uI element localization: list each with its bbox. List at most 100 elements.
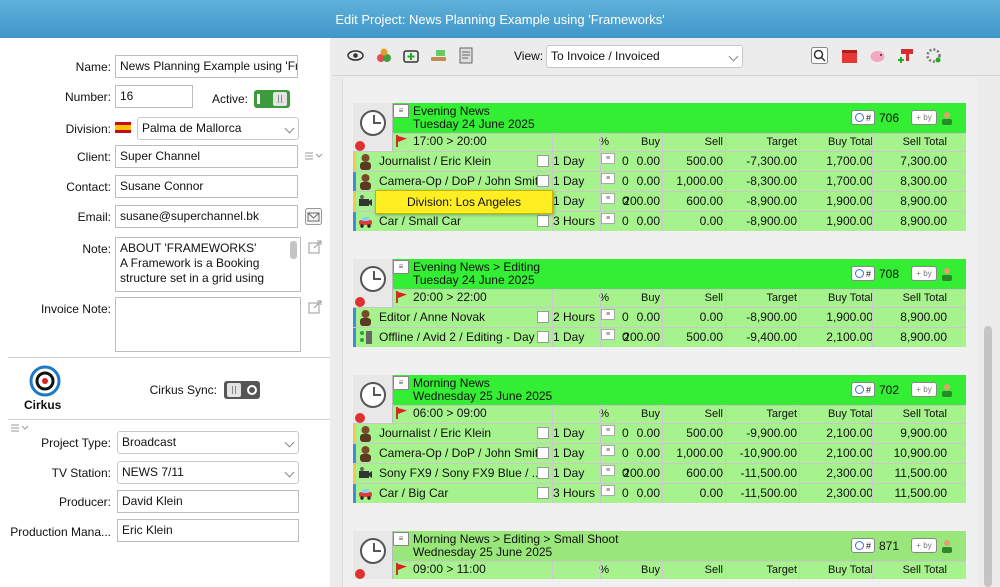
- piggy-bank-icon[interactable]: [869, 47, 886, 64]
- column-divider: [799, 444, 800, 463]
- column-header-buy_total: Buy Total: [827, 564, 873, 576]
- column-divider: [799, 308, 800, 327]
- add-booking-icon[interactable]: [403, 47, 420, 64]
- block-menu-icon[interactable]: ≡: [393, 532, 409, 546]
- column-divider: [552, 308, 553, 327]
- search-icon[interactable]: [811, 47, 828, 64]
- table-row[interactable]: Journalist / Eric Klein 1 Day ≡ 0 0.00 500.00…: [353, 151, 966, 171]
- document-icon[interactable]: [458, 47, 475, 64]
- name-field[interactable]: News Planning Example using 'Fr: [115, 55, 298, 78]
- hand-money-icon[interactable]: [430, 47, 447, 64]
- add-tool-icon[interactable]: [897, 47, 914, 64]
- expand-icon[interactable]: [308, 240, 322, 254]
- client-field[interactable]: Super Channel: [115, 145, 298, 168]
- expand-icon[interactable]: [308, 300, 322, 314]
- car-icon: [358, 213, 373, 230]
- eye-icon[interactable]: [347, 47, 364, 64]
- add-by-badge[interactable]: + by: [911, 110, 938, 125]
- column-divider: [552, 464, 553, 483]
- note-scrollbar[interactable]: [290, 241, 297, 259]
- edit-icon[interactable]: [537, 447, 549, 459]
- clock-box[interactable]: [353, 375, 393, 423]
- column-header-buy: Buy: [641, 564, 660, 576]
- number-field[interactable]: 16: [115, 85, 193, 108]
- note-line: ABOUT 'FRAMEWORKS': [120, 241, 257, 255]
- table-row[interactable]: Sony FX9 / Sony FX9 Blue / ... 1 Day ≡ 0 200…: [353, 463, 966, 483]
- hash-icon: #: [865, 540, 871, 551]
- block-menu-icon[interactable]: ≡: [393, 104, 409, 118]
- production-manager-field[interactable]: Eric Klein: [117, 519, 299, 542]
- column-divider: [725, 484, 726, 503]
- table-row[interactable]: Camera-Op / DoP / John Smith 1 Day ≡ 0 0.00 1…: [353, 443, 966, 463]
- edit-icon[interactable]: [537, 155, 549, 167]
- resource-name: Journalist / Eric Klein: [379, 154, 492, 168]
- column-header-pct: %: [599, 136, 609, 148]
- column-divider: [872, 424, 873, 443]
- status-dot-icon: [355, 569, 365, 579]
- edit-icon[interactable]: [537, 467, 549, 479]
- active-toggle[interactable]: [254, 90, 290, 108]
- booking-block: ≡ Morning News > Editing > Small Shoot Wed…: [353, 531, 966, 579]
- edit-icon[interactable]: [537, 331, 549, 343]
- invoice-note-textarea[interactable]: [115, 297, 301, 352]
- time-badge[interactable]: #: [851, 382, 875, 397]
- add-by-badge[interactable]: + by: [911, 382, 938, 397]
- table-row[interactable]: Camera-Op / DoP / John Smith 1 Day ≡ 0 0.00 1…: [353, 171, 966, 191]
- note-textarea[interactable]: ABOUT 'FRAMEWORKS' A Framework is a Book…: [115, 237, 301, 292]
- tv-station-select[interactable]: NEWS 7/11: [117, 461, 299, 484]
- edit-icon[interactable]: [537, 175, 549, 187]
- edit-icon[interactable]: [537, 215, 549, 227]
- clock-icon[interactable]: [360, 110, 386, 136]
- scrollbar-thumb[interactable]: [984, 326, 992, 587]
- column-divider: [725, 172, 726, 191]
- block-menu-icon[interactable]: ≡: [393, 376, 409, 390]
- flag-icon[interactable]: [396, 135, 408, 147]
- block-menu-icon[interactable]: ≡: [393, 260, 409, 274]
- flag-icon[interactable]: [396, 563, 408, 575]
- time-badge[interactable]: #: [851, 266, 875, 281]
- clock-icon[interactable]: [360, 538, 386, 564]
- contact-field[interactable]: Susane Connor: [115, 175, 298, 198]
- clock-box[interactable]: [353, 103, 393, 151]
- row-stripe: [353, 192, 356, 211]
- producer-field[interactable]: David Klein: [117, 490, 299, 513]
- calendar-icon[interactable]: [841, 47, 858, 64]
- project-type-select[interactable]: Broadcast: [117, 431, 299, 454]
- block-date: Wednesday 25 June 2025: [413, 545, 553, 559]
- flag-icon[interactable]: [396, 407, 408, 419]
- resources-icon[interactable]: [376, 47, 393, 64]
- list-menu-icon[interactable]: [305, 151, 323, 161]
- grid-scrollbar[interactable]: [980, 78, 998, 587]
- clock-box[interactable]: [353, 259, 393, 307]
- cirkus-sync-toggle[interactable]: [224, 381, 260, 399]
- column-header-pct: %: [599, 292, 609, 304]
- booking-block: ≡ Evening News > Editing Tuesday 24 June 2…: [353, 259, 966, 347]
- clock-icon[interactable]: [360, 266, 386, 292]
- block-time: 17:00 > 20:00: [413, 134, 487, 148]
- clock-icon[interactable]: [360, 382, 386, 408]
- cell-target: -9,400.00: [746, 330, 797, 344]
- status-dot-icon: [355, 413, 365, 423]
- edit-icon[interactable]: [537, 487, 549, 499]
- edit-icon[interactable]: [537, 427, 549, 439]
- division-select[interactable]: Palma de Mallorca: [137, 117, 299, 140]
- table-row[interactable]: Car / Small Car 3 Hours ≡ 0 0.00 0.00 -8,900.0…: [353, 211, 966, 231]
- list-menu-icon[interactable]: [11, 423, 29, 433]
- email-field[interactable]: susane@superchannel.bk: [115, 205, 298, 228]
- mail-icon[interactable]: [305, 208, 322, 225]
- add-by-badge[interactable]: + by: [911, 538, 938, 553]
- table-row[interactable]: Car / Big Car 3 Hours ≡ 0 0.00 0.00 -11,500.00…: [353, 483, 966, 503]
- table-row[interactable]: Journalist / Eric Klein 1 Day ≡ 0 0.00 500.00…: [353, 423, 966, 443]
- view-select[interactable]: To Invoice / Invoiced: [546, 45, 743, 68]
- table-row[interactable]: Editor / Anne Novak 2 Hours ≡ 0 0.00 0.00 -8,9…: [353, 307, 966, 327]
- table-row[interactable]: Offline / Avid 2 / Editing - Day 1 Day ≡ 0 2…: [353, 327, 966, 347]
- add-by-badge[interactable]: + by: [911, 266, 938, 281]
- time-badge[interactable]: #: [851, 110, 875, 125]
- edit-icon[interactable]: [537, 311, 549, 323]
- flag-icon[interactable]: [396, 291, 408, 303]
- cell-buy: 0.00: [636, 486, 660, 500]
- time-badge[interactable]: #: [851, 538, 875, 553]
- clock-box[interactable]: [353, 531, 393, 579]
- loading-gear-icon[interactable]: [925, 47, 942, 64]
- person-icon: [358, 153, 373, 170]
